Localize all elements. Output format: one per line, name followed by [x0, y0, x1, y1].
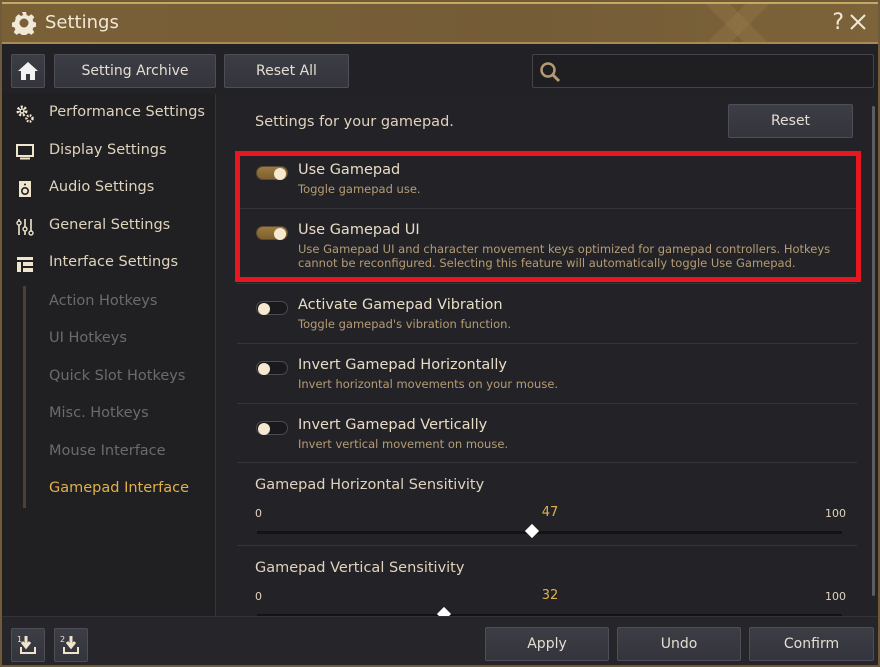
- sidebar-item-audio[interactable]: Audio Settings: [2, 174, 216, 204]
- monitor-icon: [16, 144, 34, 160]
- home-icon: [18, 62, 38, 80]
- sidebar-item-interface[interactable]: Interface Settings: [2, 249, 216, 279]
- apply-button[interactable]: Apply: [485, 627, 609, 661]
- sidebar-subitem-gamepad-interface[interactable]: Gamepad Interface: [49, 480, 189, 496]
- invert-vertical-toggle[interactable]: [256, 421, 288, 435]
- setting-description: Toggle gamepad use.: [298, 182, 421, 196]
- sidebar-item-display[interactable]: Display Settings: [2, 137, 216, 167]
- sidebar-subitem-mouse-interface[interactable]: Mouse Interface: [49, 443, 166, 459]
- search-box[interactable]: [532, 54, 874, 88]
- setting-title: Use Gamepad: [298, 162, 401, 178]
- speaker-icon: [19, 181, 31, 197]
- confirm-button[interactable]: Confirm: [749, 627, 874, 661]
- submenu-line: [23, 286, 26, 508]
- setting-title: Use Gamepad UI: [298, 222, 420, 238]
- setting-title: Invert Gamepad Horizontally: [298, 357, 507, 373]
- sidebar: Performance Settings Display Settings Au…: [2, 94, 216, 616]
- horizontal-sensitivity-slider[interactable]: [257, 523, 842, 539]
- setting-description: Toggle gamepad's vibration function.: [298, 317, 512, 331]
- settings-window: Settings ? Setting Archive Reset All Per…: [0, 0, 880, 667]
- slider-value: 47: [541, 505, 559, 520]
- slider-row-horizontal: Gamepad Horizontal Sensitivity 0 47 100: [217, 462, 857, 545]
- search-icon: [540, 62, 561, 83]
- layout-icon: [17, 257, 33, 272]
- slider-row-vertical: Gamepad Vertical Sensitivity 0 32 100: [217, 545, 857, 616]
- download-slot-1-icon: 1: [17, 635, 36, 654]
- setting-description: Use Gamepad UI and character movement ke…: [298, 242, 831, 270]
- download-slot-2-button[interactable]: 2: [54, 628, 88, 662]
- sidebar-subitem-quick-slot-hotkeys[interactable]: Quick Slot Hotkeys: [49, 368, 185, 384]
- setting-row-use-gamepad: Use Gamepad Toggle gamepad use.: [217, 152, 857, 208]
- gears-icon: [16, 105, 34, 123]
- close-icon[interactable]: [848, 12, 868, 32]
- home-button[interactable]: [11, 54, 45, 88]
- setting-description: Invert horizontal movements on your mous…: [298, 377, 559, 391]
- sidebar-item-label: Display Settings: [49, 142, 167, 158]
- content-scrollbar[interactable]: [872, 106, 875, 596]
- footer: 1 2 Apply Undo Confirm: [2, 616, 878, 665]
- slider-max: 100: [825, 590, 846, 603]
- use-gamepad-ui-toggle[interactable]: [256, 226, 288, 240]
- download-slot-2-icon: 2: [60, 635, 79, 654]
- section-header: Settings for your gamepad.: [255, 114, 454, 130]
- slider-min: 0: [255, 590, 262, 603]
- sidebar-subitem-misc-hotkeys[interactable]: Misc. Hotkeys: [49, 405, 149, 421]
- slider-max: 100: [825, 507, 846, 520]
- slider-min: 0: [255, 507, 262, 520]
- search-input[interactable]: [567, 55, 867, 87]
- sidebar-subitem-action-hotkeys[interactable]: Action Hotkeys: [49, 293, 157, 309]
- sliders-icon: [16, 219, 34, 236]
- sidebar-subitem-ui-hotkeys[interactable]: UI Hotkeys: [49, 330, 127, 346]
- setting-archive-button[interactable]: Setting Archive: [54, 54, 216, 88]
- sidebar-item-label: Interface Settings: [49, 254, 178, 270]
- setting-title: Invert Gamepad Vertically: [298, 417, 488, 433]
- toolbar: Setting Archive Reset All: [2, 44, 878, 94]
- content-panel: Settings for your gamepad. Reset Use Gam…: [217, 94, 878, 616]
- download-slot-1-button[interactable]: 1: [11, 628, 45, 662]
- help-button[interactable]: ?: [832, 10, 844, 35]
- slider-thumb[interactable]: [524, 523, 540, 539]
- title-decoration: [638, 4, 838, 44]
- sidebar-item-label: Audio Settings: [49, 179, 155, 195]
- setting-row-gamepad-vibration: Activate Gamepad Vibration Toggle gamepa…: [217, 283, 857, 343]
- reset-button[interactable]: Reset: [728, 104, 853, 138]
- svg-text:2: 2: [60, 635, 65, 644]
- setting-row-use-gamepad-ui: Use Gamepad UI Use Gamepad UI and charac…: [217, 208, 857, 270]
- setting-description: Invert vertical movement on mouse.: [298, 437, 509, 451]
- setting-row-invert-horizontal: Invert Gamepad Horizontally Invert horiz…: [217, 343, 857, 403]
- sidebar-item-label: Performance Settings: [49, 104, 205, 120]
- slider-label: Gamepad Vertical Sensitivity: [255, 560, 465, 576]
- title-bar[interactable]: Settings ?: [2, 2, 878, 44]
- slider-value: 32: [541, 588, 559, 603]
- sidebar-item-general[interactable]: General Settings: [2, 212, 216, 242]
- gear-icon: [12, 12, 36, 35]
- slider-thumb[interactable]: [437, 606, 452, 616]
- reset-all-button[interactable]: Reset All: [224, 54, 349, 88]
- invert-horizontal-toggle[interactable]: [256, 361, 288, 375]
- setting-row-invert-vertical: Invert Gamepad Vertically Invert vertica…: [217, 403, 857, 463]
- sidebar-item-label: General Settings: [49, 217, 171, 233]
- use-gamepad-toggle[interactable]: [256, 166, 288, 180]
- slider-label: Gamepad Horizontal Sensitivity: [255, 477, 485, 493]
- gamepad-vibration-toggle[interactable]: [256, 301, 288, 315]
- window-title: Settings: [45, 12, 119, 33]
- setting-title: Activate Gamepad Vibration: [298, 297, 503, 313]
- undo-button[interactable]: Undo: [617, 627, 741, 661]
- sidebar-item-performance[interactable]: Performance Settings: [2, 99, 216, 129]
